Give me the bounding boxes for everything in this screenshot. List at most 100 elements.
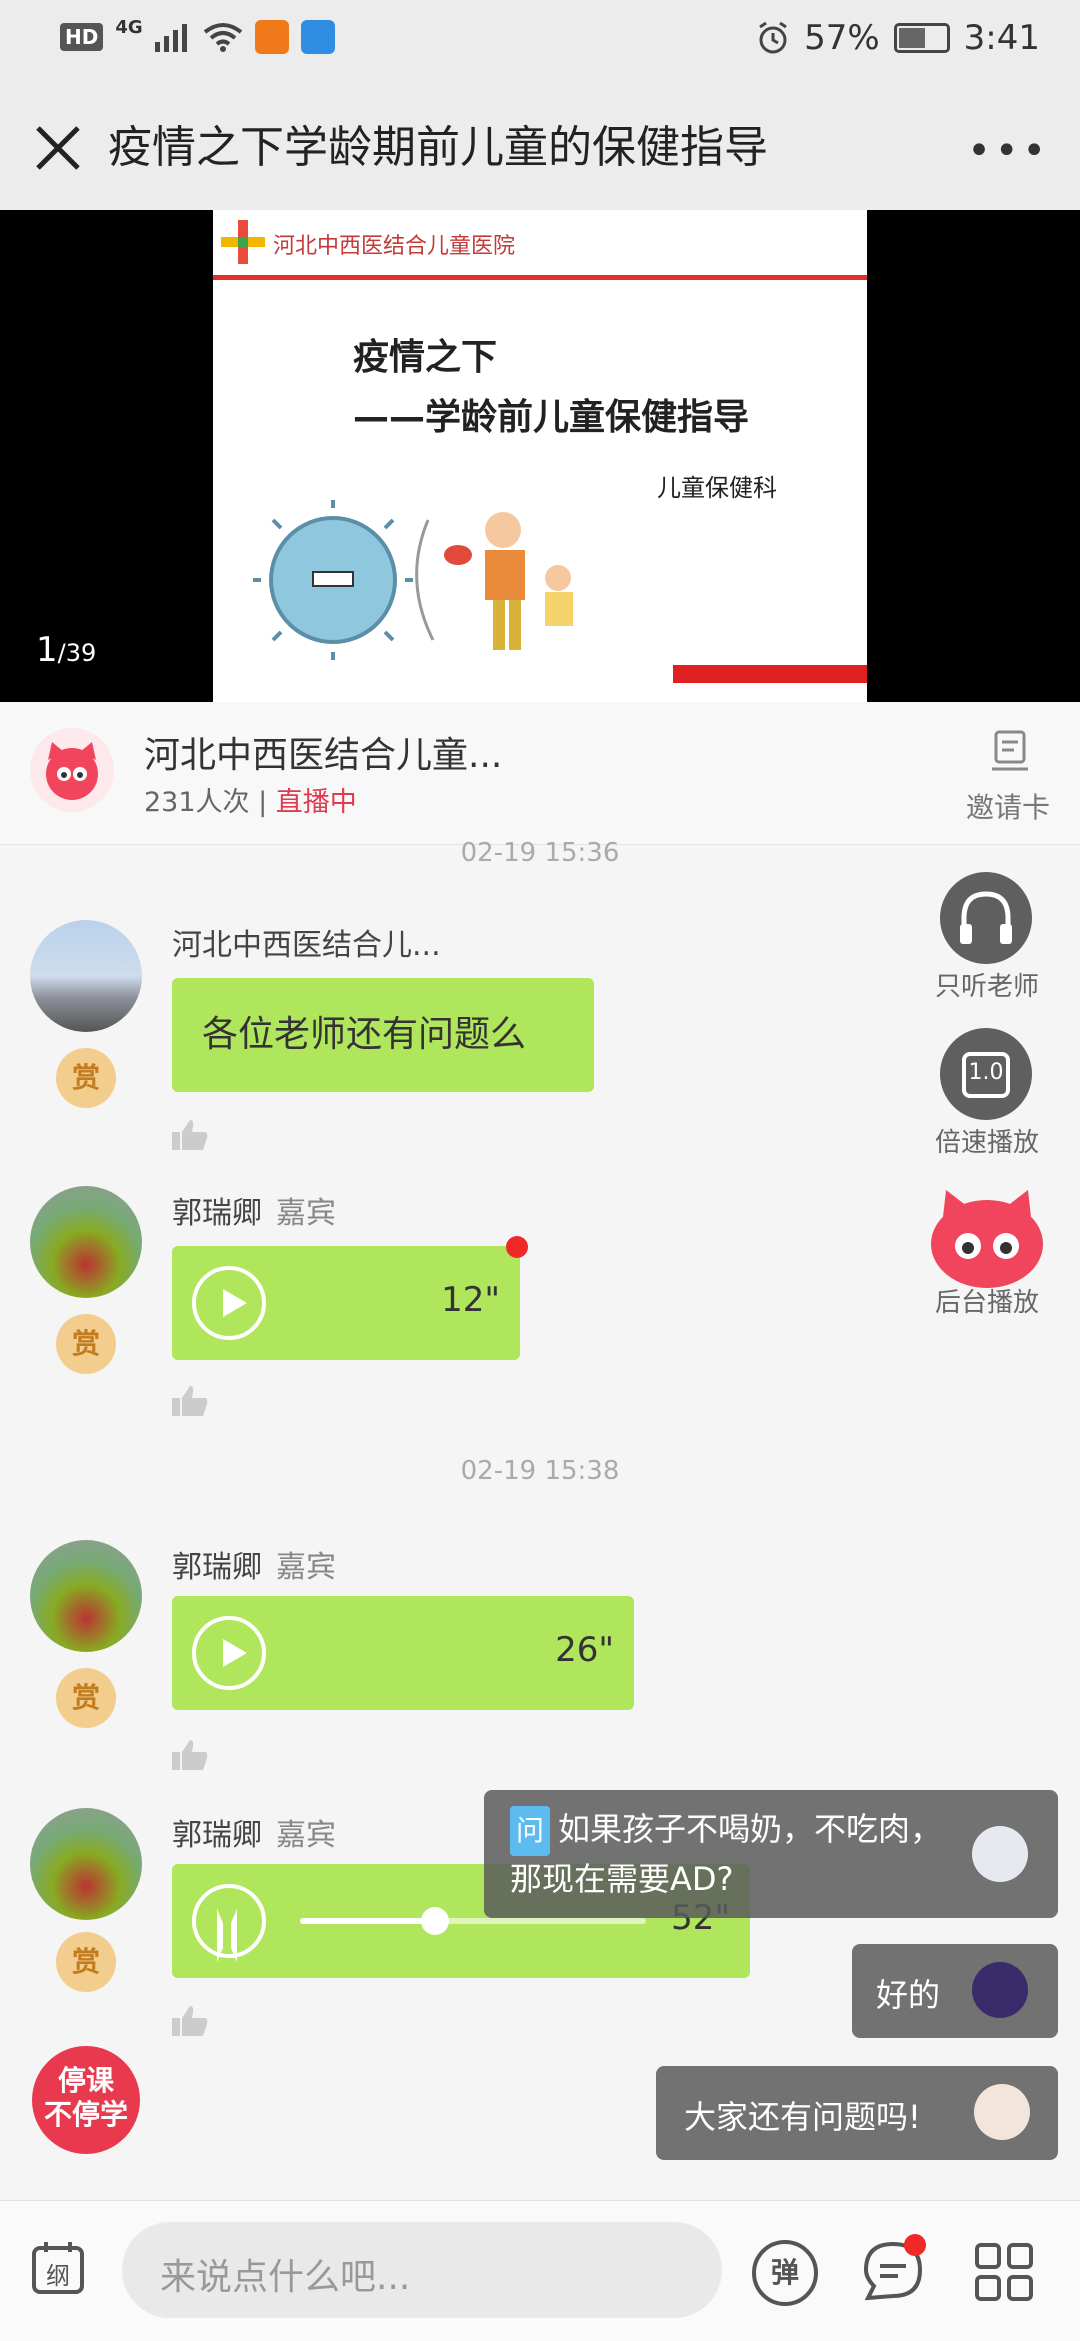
- grid-menu-button[interactable]: [974, 2242, 1034, 2306]
- thumbs-up-icon[interactable]: [172, 1386, 208, 1416]
- slide-title-line2: ——学龄前儿童保健指导: [353, 397, 750, 438]
- outline-button[interactable]: 纲: [30, 2240, 86, 2296]
- close-icon[interactable]: [28, 118, 88, 178]
- speed-play-button[interactable]: 1.0: [940, 1028, 1032, 1120]
- view-count: 231人次 |: [144, 787, 276, 818]
- hospital-logo-icon: [221, 220, 265, 264]
- battery-percent: 57%: [804, 18, 880, 58]
- avatar[interactable]: [30, 920, 142, 1032]
- slide-logo-text: 河北中西医结合儿童医院: [273, 234, 516, 259]
- thumbs-up-icon[interactable]: [172, 1120, 208, 1150]
- comment-avatar: [972, 1962, 1028, 2018]
- listen-teacher-label[interactable]: 只听老师: [912, 966, 1062, 1003]
- timestamp: 02-19 15:36: [460, 838, 620, 868]
- reward-button[interactable]: 赏: [56, 1932, 116, 1992]
- question-tag: 问: [510, 1806, 551, 1856]
- page-title: 疫情之下学龄期前儿童的保健指导: [108, 122, 768, 173]
- avatar[interactable]: [30, 1186, 142, 1298]
- grid-icon: [975, 2243, 1033, 2301]
- page-current: 1: [36, 630, 58, 670]
- sender-label: 河北中西医结合儿...: [172, 928, 441, 963]
- cat-mascot-icon: [46, 742, 98, 800]
- badge-line2: 不停学: [43, 2098, 128, 2131]
- pause-icon[interactable]: [192, 1884, 266, 1962]
- voice-message-bubble[interactable]: 12": [172, 1246, 520, 1360]
- timestamp: 02-19 15:38: [460, 1456, 620, 1486]
- voice-duration: 26": [555, 1630, 614, 1670]
- headphones-icon: [960, 891, 1012, 944]
- avatar[interactable]: [30, 1540, 142, 1652]
- sender-role: 嘉宾: [276, 1818, 336, 1853]
- reply-comment: 大家还有问题吗!: [656, 2066, 1058, 2160]
- invite-card-label[interactable]: 邀请卡: [966, 786, 1050, 826]
- speed-value: 1.0: [968, 1060, 1004, 1085]
- voice-duration: 12": [441, 1280, 500, 1320]
- audio-progress-knob[interactable]: [420, 1907, 449, 1935]
- unread-dot: [506, 1236, 528, 1258]
- sender-name: 河北中西医结合儿...: [172, 920, 441, 964]
- clock: 3:41: [963, 18, 1040, 58]
- reward-button[interactable]: 赏: [56, 1314, 116, 1374]
- sender-name: 郭瑞卿 嘉宾: [172, 1542, 336, 1586]
- virus-illustration: [253, 500, 573, 660]
- question-comment: 问如果孩子不喝奶，不吃肉，那现在需要AD?: [484, 1790, 1058, 1918]
- slide-page-counter: 1/39: [36, 630, 96, 670]
- comment-input[interactable]: 来说点什么吧...: [122, 2222, 722, 2318]
- wifi-icon: [203, 23, 242, 52]
- notification-dot: [904, 2234, 926, 2256]
- avatar[interactable]: [30, 1808, 142, 1920]
- slide-red-bar: [673, 665, 867, 683]
- stop-class-badge[interactable]: 停课 不停学: [32, 2046, 140, 2154]
- comment-placeholder: 来说点什么吧...: [160, 2257, 411, 2298]
- question-text: 如果孩子不喝奶，不吃肉，那现在需要AD?: [510, 1810, 943, 1898]
- audio-progress-track[interactable]: [300, 1907, 646, 1935]
- app-notification-icon-2: [300, 20, 335, 54]
- more-icon[interactable]: •••: [967, 128, 1050, 174]
- play-icon[interactable]: [192, 1616, 266, 1690]
- message-text: 各位老师还有问题么: [202, 1014, 527, 1055]
- sender-name: 郭瑞卿 嘉宾: [172, 1188, 336, 1232]
- battery-icon: [893, 23, 950, 53]
- signal-icon: [154, 24, 187, 52]
- thumbs-up-icon[interactable]: [172, 1740, 208, 1770]
- voice-message-bubble[interactable]: 26": [172, 1596, 634, 1710]
- text-message-bubble[interactable]: 各位老师还有问题么: [172, 978, 594, 1092]
- channel-avatar[interactable]: [30, 728, 114, 812]
- reward-button[interactable]: 赏: [56, 1048, 116, 1108]
- reply-comment: 好的: [852, 1944, 1058, 2038]
- status-right: 57% 3:41: [756, 18, 1040, 58]
- thumbs-up-icon[interactable]: [172, 2006, 208, 2036]
- outline-label: 纲: [46, 2262, 70, 2290]
- page-total: /39: [57, 639, 97, 667]
- sender-role: 嘉宾: [276, 1550, 336, 1585]
- background-play-label[interactable]: 后台播放: [912, 1282, 1062, 1319]
- reply-text: 好的: [876, 1976, 941, 2014]
- sender-label: 郭瑞卿: [172, 1550, 262, 1585]
- comment-avatar: [972, 1826, 1028, 1882]
- channel-stats: 231人次 | 直播中: [144, 780, 357, 819]
- play-icon[interactable]: [192, 1266, 266, 1340]
- slide-title-line1: 疫情之下: [353, 337, 498, 378]
- reply-text: 大家还有问题吗!: [684, 2098, 921, 2136]
- sender-name: 郭瑞卿 嘉宾: [172, 1810, 336, 1854]
- channel-name[interactable]: 河北中西医结合儿童...: [144, 726, 502, 778]
- sender-label: 郭瑞卿: [172, 1196, 262, 1231]
- speed-play-label[interactable]: 倍速播放: [912, 1122, 1062, 1159]
- hd-badge: HD: [60, 23, 104, 51]
- invite-card-icon[interactable]: [992, 730, 1028, 772]
- slide-divider: [213, 275, 867, 280]
- slide-page[interactable]: 河北中西医结合儿童医院 疫情之下 ——学龄前儿童保健指导 儿童保健科: [213, 210, 867, 702]
- app-notification-icon: [254, 20, 289, 54]
- sender-label: 郭瑞卿: [172, 1818, 262, 1853]
- question-text-wrap: 问如果孩子不喝奶，不吃肉，那现在需要AD?: [510, 1806, 950, 1902]
- live-status: 直播中: [275, 787, 357, 818]
- slide-department: 儿童保健科: [657, 474, 777, 502]
- badge-line1: 停课: [57, 2064, 114, 2097]
- listen-teacher-button[interactable]: [940, 872, 1032, 964]
- danmaku-toggle[interactable]: 弹: [752, 2240, 818, 2306]
- alarm-icon: [759, 21, 787, 54]
- background-play-cat-icon[interactable]: [928, 1186, 1046, 1290]
- comment-avatar: [974, 2084, 1030, 2140]
- reward-button[interactable]: 赏: [56, 1668, 116, 1728]
- audio-progress-fill: [300, 1918, 435, 1924]
